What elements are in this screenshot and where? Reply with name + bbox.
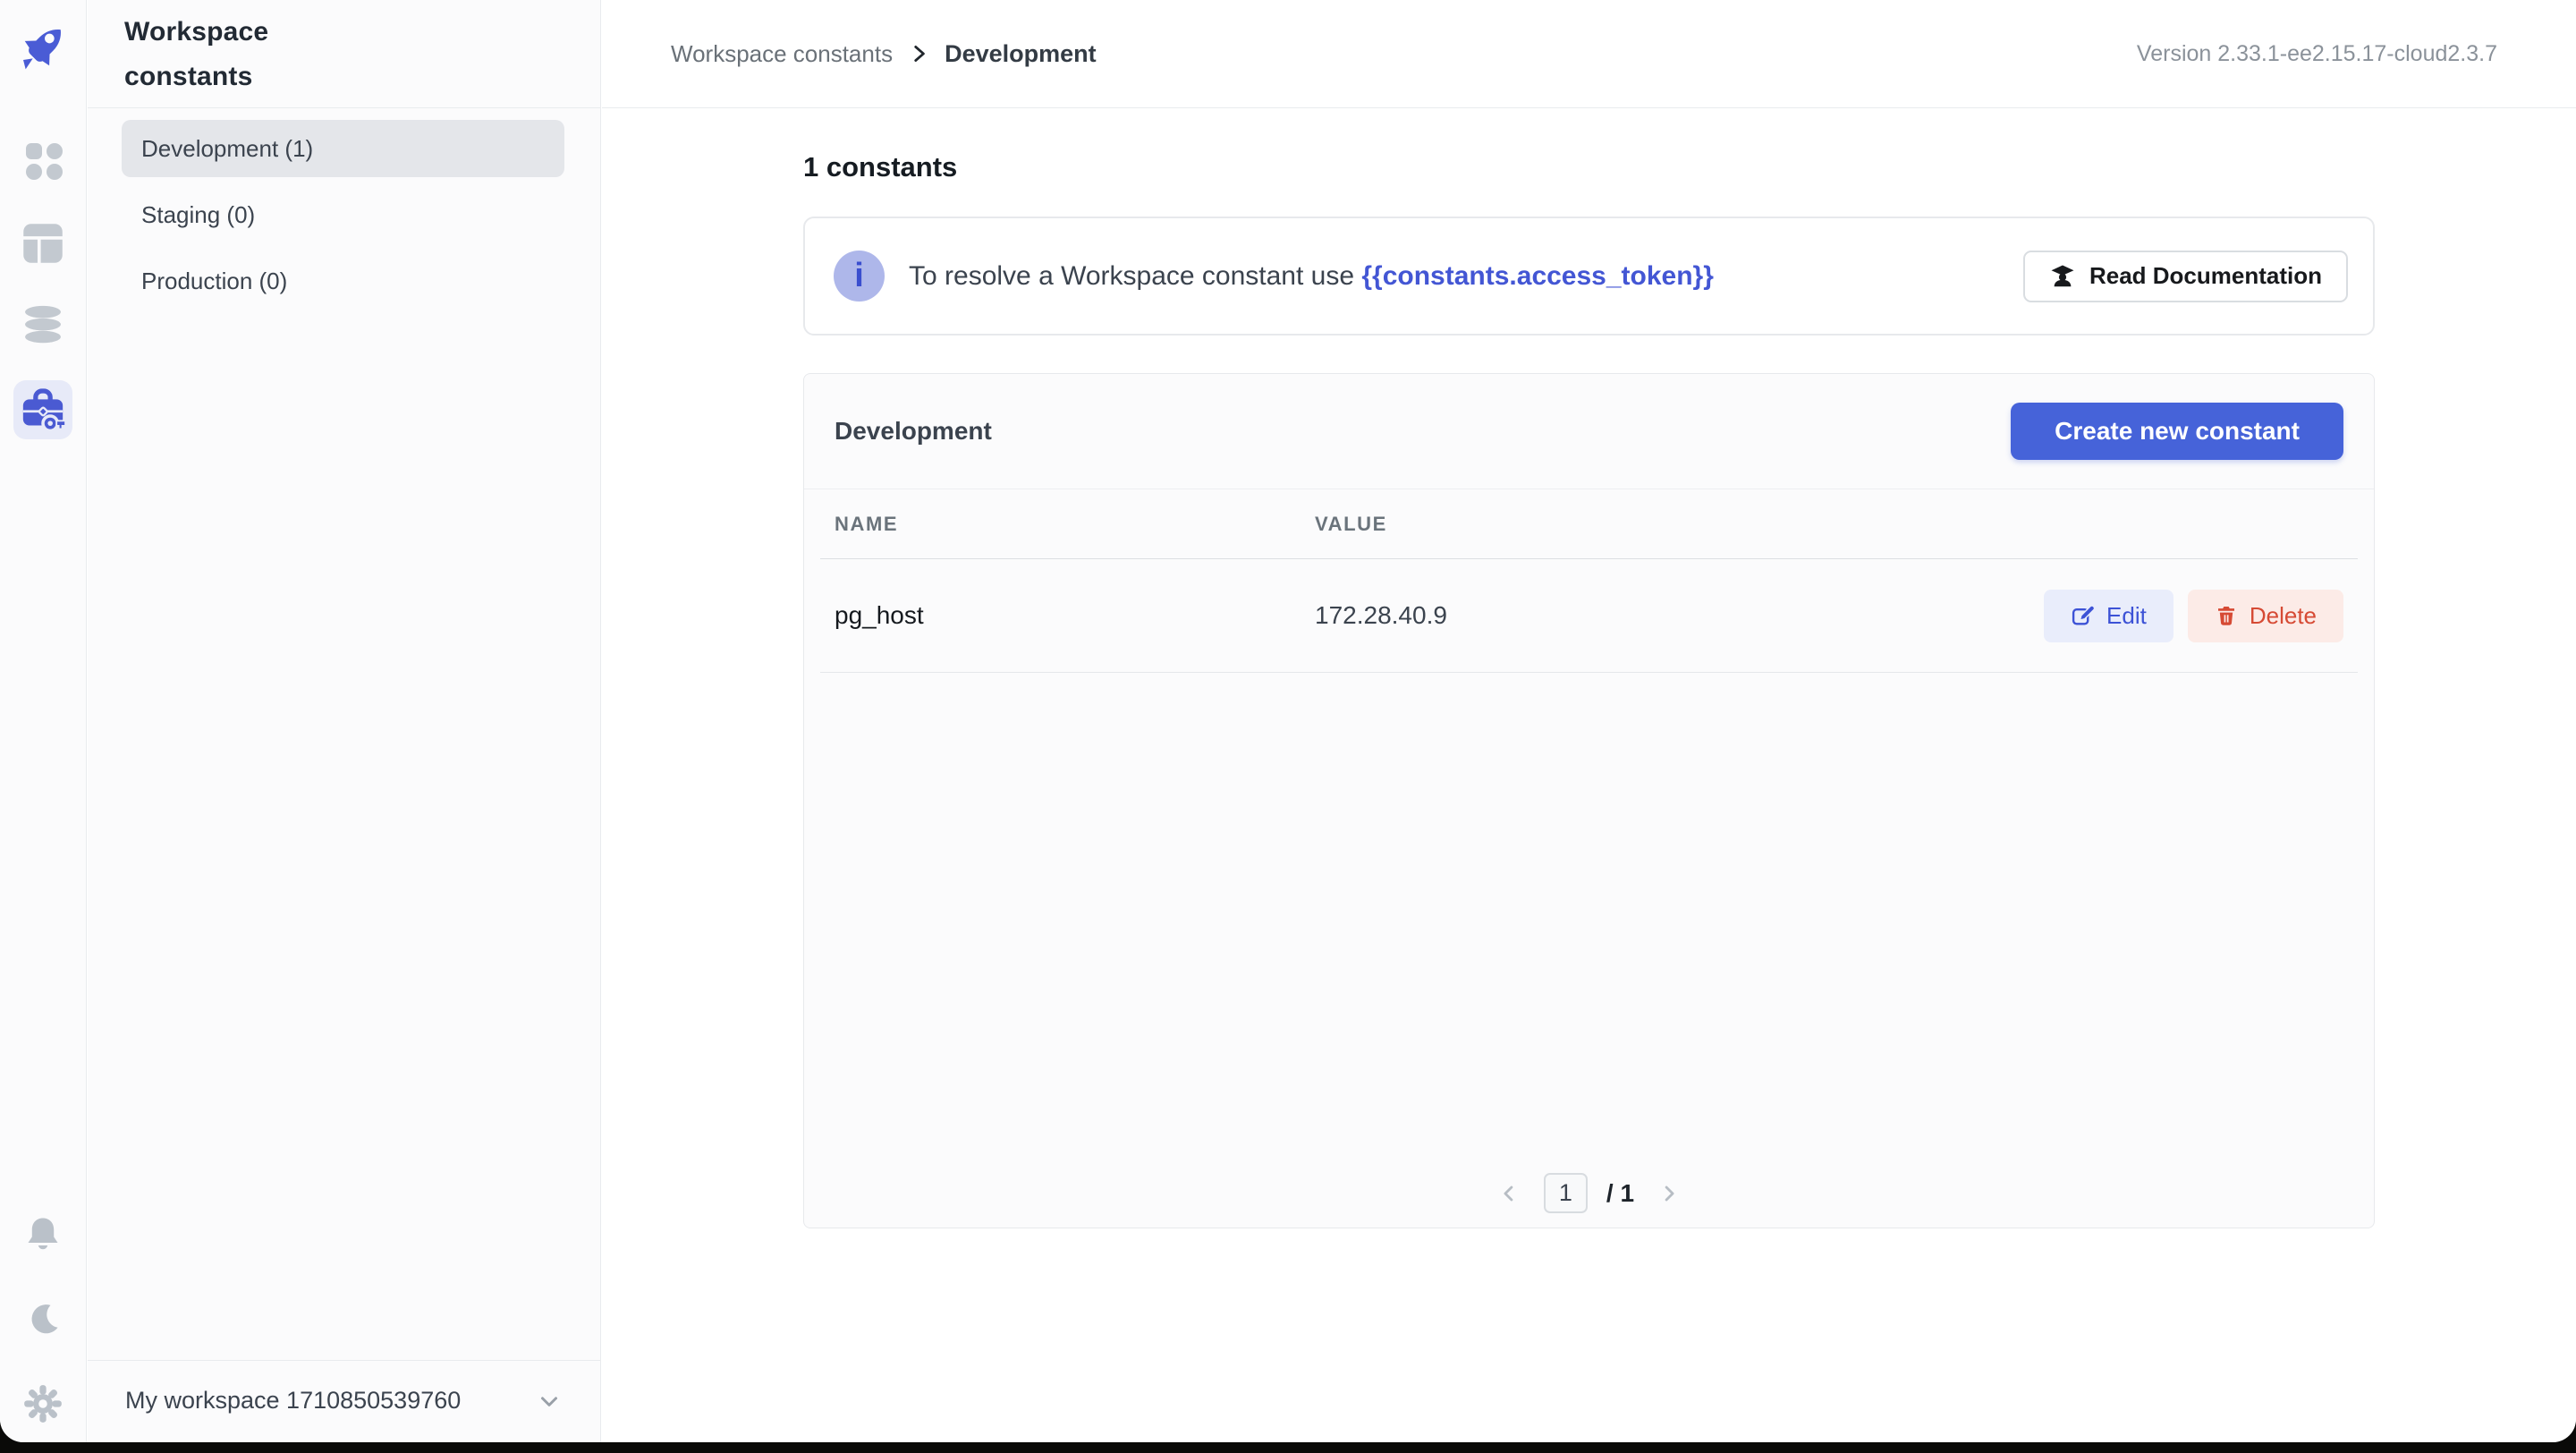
workspace-name: My workspace 1710850539760 bbox=[125, 1387, 461, 1415]
column-header-value: VALUE bbox=[1315, 513, 1387, 536]
chevron-right-icon bbox=[907, 42, 930, 65]
card-header: Development Create new constant bbox=[804, 374, 2374, 489]
content: 1 constants i To resolve a Workspace con… bbox=[602, 151, 2576, 1228]
breadcrumb: Workspace constants Development bbox=[671, 40, 1097, 68]
breadcrumb-current: Development bbox=[945, 40, 1097, 68]
card-title: Development bbox=[835, 417, 992, 446]
sidebar: Workspace constants Development (1) Stag… bbox=[88, 0, 601, 1442]
pagination: 1 / 1 bbox=[804, 1173, 2374, 1213]
banner-text: To resolve a Workspace constant use {{co… bbox=[909, 261, 1714, 292]
workspace-switcher[interactable]: My workspace 1710850539760 bbox=[88, 1360, 600, 1440]
apps-grid-icon[interactable] bbox=[13, 131, 72, 190]
edit-button[interactable]: Edit bbox=[2044, 590, 2174, 642]
row-actions: Edit Delete bbox=[2044, 590, 2343, 642]
sidebar-header: Workspace constants bbox=[88, 0, 600, 108]
column-header-name: NAME bbox=[835, 513, 1315, 536]
layout-dashboard-icon[interactable] bbox=[13, 214, 72, 273]
constant-value-cell: 172.28.40.9 bbox=[1315, 601, 1447, 630]
page-number-input[interactable]: 1 bbox=[1544, 1173, 1588, 1213]
sidebar-item-staging[interactable]: Staging (0) bbox=[122, 186, 564, 243]
graduation-cap-icon bbox=[2049, 263, 2076, 290]
main-area: Workspace constants Development Version … bbox=[602, 0, 2576, 1442]
moon-icon[interactable] bbox=[13, 1290, 72, 1349]
page-previous-button[interactable] bbox=[1493, 1177, 1525, 1210]
banner-text-prefix: To resolve a Workspace constant use bbox=[909, 261, 1361, 291]
workspace-constants-icon[interactable] bbox=[13, 380, 72, 439]
sidebar-item-production[interactable]: Production (0) bbox=[122, 252, 564, 310]
constant-token-example: {{constants.access_token}} bbox=[1361, 261, 1714, 291]
bell-icon[interactable] bbox=[13, 1206, 72, 1265]
table-header: NAME VALUE bbox=[820, 489, 2358, 559]
delete-button[interactable]: Delete bbox=[2188, 590, 2343, 642]
constants-count-heading: 1 constants bbox=[803, 151, 2375, 183]
gear-icon[interactable] bbox=[13, 1374, 72, 1433]
sidebar-item-development[interactable]: Development (1) bbox=[122, 120, 564, 177]
create-new-constant-button[interactable]: Create new constant bbox=[2011, 403, 2343, 460]
page-total-label: / 1 bbox=[1606, 1179, 1634, 1208]
rail-bottom-group bbox=[13, 1181, 72, 1433]
edit-label: Edit bbox=[2106, 602, 2147, 630]
edit-pencil-icon bbox=[2071, 604, 2095, 628]
main-header: Workspace constants Development Version … bbox=[602, 0, 2576, 108]
constants-card: Development Create new constant NAME VAL… bbox=[803, 373, 2375, 1228]
icon-rail bbox=[0, 0, 87, 1442]
rocket-logo-icon[interactable] bbox=[13, 18, 72, 77]
info-icon: i bbox=[834, 251, 885, 302]
database-icon[interactable] bbox=[13, 297, 72, 356]
read-documentation-label: Read Documentation bbox=[2089, 262, 2322, 290]
chevron-down-icon bbox=[536, 1388, 563, 1415]
constant-name-cell: pg_host bbox=[835, 601, 1315, 630]
read-documentation-button[interactable]: Read Documentation bbox=[2023, 251, 2348, 302]
info-banner: i To resolve a Workspace constant use {{… bbox=[803, 217, 2375, 336]
page-title: Workspace constants bbox=[124, 10, 330, 99]
table-row: pg_host 172.28.40.9 Edit bbox=[820, 559, 2358, 673]
version-label: Version 2.33.1-ee2.15.17-cloud2.3.7 bbox=[2137, 41, 2497, 67]
trash-icon bbox=[2215, 604, 2238, 627]
app-window: Workspace constants Development (1) Stag… bbox=[0, 0, 2576, 1442]
breadcrumb-parent[interactable]: Workspace constants bbox=[671, 40, 893, 68]
environment-list: Development (1) Staging (0) Production (… bbox=[88, 108, 600, 310]
delete-label: Delete bbox=[2250, 602, 2317, 630]
page-next-button[interactable] bbox=[1653, 1177, 1685, 1210]
